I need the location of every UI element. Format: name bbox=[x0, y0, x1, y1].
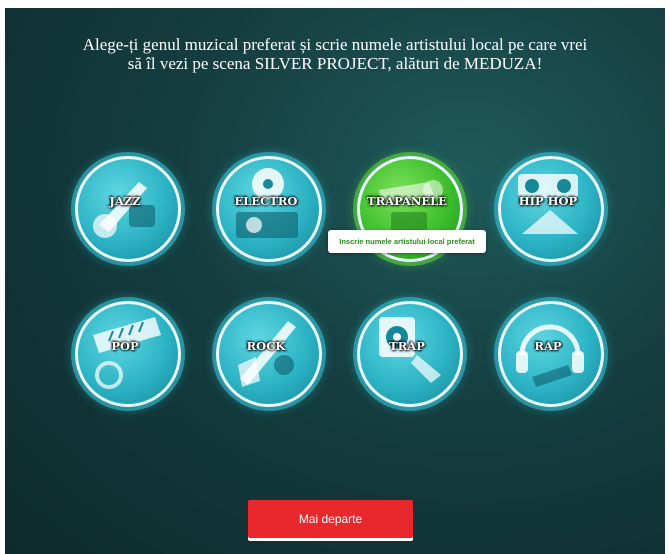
genre-label: ELECTRO bbox=[234, 194, 298, 208]
genre-rap[interactable]: RAP bbox=[492, 295, 604, 407]
genre-label: JAZZ bbox=[109, 194, 141, 208]
genre-label: POP bbox=[111, 339, 139, 353]
title-line-1: Alege-ți genul muzical preferat și scrie… bbox=[82, 35, 588, 54]
genre-trap[interactable]: TRAP bbox=[351, 295, 463, 407]
next-button[interactable]: Mai departe bbox=[248, 500, 413, 538]
genre-label: HIP HOP bbox=[518, 194, 578, 208]
genre-electro[interactable]: ELECTRO bbox=[210, 150, 322, 262]
artist-name-tooltip[interactable]: Inscrie numele artistului local preferat bbox=[328, 230, 486, 253]
genre-jazz[interactable]: JAZZ bbox=[69, 150, 181, 262]
genre-label: ROCK bbox=[246, 339, 286, 353]
genre-hip-hop[interactable]: HIP HOP bbox=[492, 150, 604, 262]
genre-rock[interactable]: ROCK bbox=[210, 295, 322, 407]
genre-label: TRAP bbox=[389, 339, 425, 353]
genre-pop[interactable]: POP bbox=[69, 295, 181, 407]
genre-selection-panel: Alege-ți genul muzical preferat și scrie… bbox=[5, 8, 665, 554]
title-line-2: să îl vezi pe scena SILVER PROJECT, alăt… bbox=[127, 54, 543, 73]
page-title: Alege-ți genul muzical preferat și scrie… bbox=[5, 35, 665, 73]
genre-label: RAP bbox=[534, 339, 562, 353]
genre-label: TRAPANELE bbox=[367, 194, 447, 208]
